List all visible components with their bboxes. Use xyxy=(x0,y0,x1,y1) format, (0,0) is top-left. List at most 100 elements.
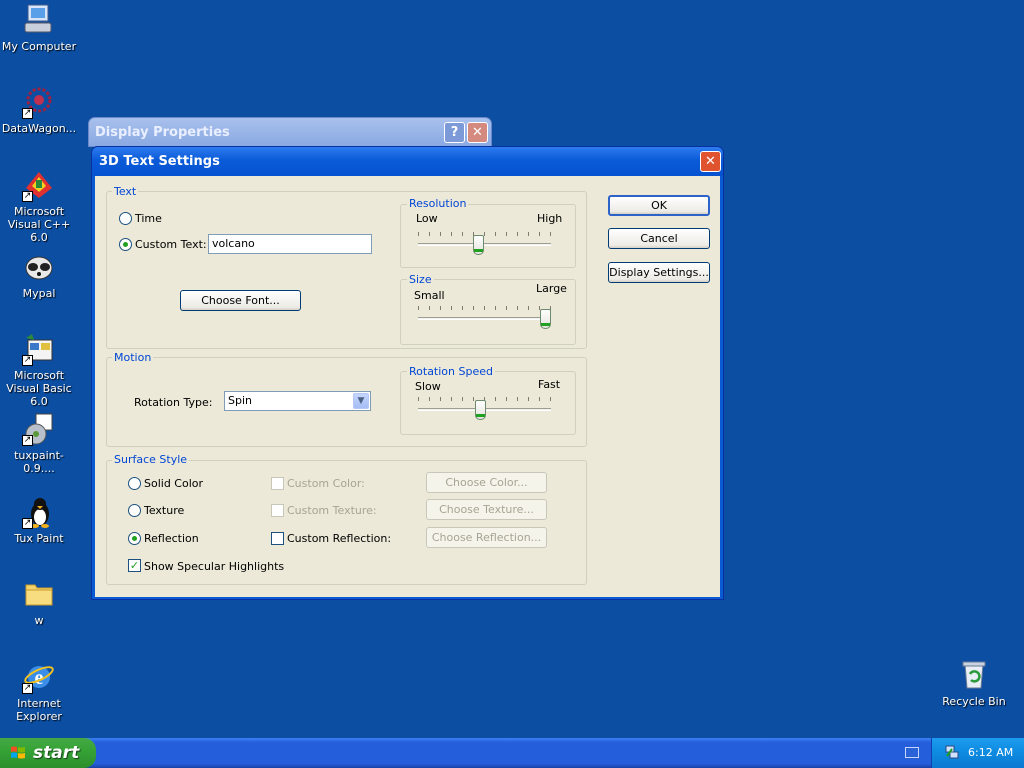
start-button[interactable]: start xyxy=(0,738,96,768)
desktop-icon-label: Internet Explorer xyxy=(16,697,62,723)
desktop-icon-label: tuxpaint-0.9.... xyxy=(14,449,64,475)
time-radio[interactable] xyxy=(119,212,132,225)
rotation-speed-title: Rotation Speed xyxy=(407,365,495,378)
taskbar: start 6:12 AM xyxy=(0,738,1024,768)
resolution-title: Resolution xyxy=(407,197,469,210)
mypal-icon xyxy=(22,250,56,284)
rotation-type-label: Rotation Type: xyxy=(134,396,213,409)
rotation-type-select[interactable]: Spin ▼ xyxy=(224,391,371,411)
texture-radio[interactable] xyxy=(128,504,141,517)
display-properties-window[interactable]: Display Properties ? ✕ xyxy=(88,117,492,147)
resolution-high-label: High xyxy=(537,212,563,225)
datawagon-icon: ↗ xyxy=(22,85,56,119)
solid-color-radio[interactable] xyxy=(128,477,141,490)
reflection-radio[interactable] xyxy=(128,532,141,545)
ok-button[interactable]: OK xyxy=(608,195,710,216)
dialog-titlebar[interactable]: 3D Text Settings ✕ xyxy=(92,147,723,176)
system-tray: 6:12 AM xyxy=(931,738,1024,768)
custom-color-label: Custom Color: xyxy=(287,477,365,490)
dialog-close-button[interactable]: ✕ xyxy=(700,151,721,172)
rotation-type-value: Spin xyxy=(228,394,252,407)
shortcut-arrow-icon: ↗ xyxy=(22,108,33,119)
desktop-icon-label: Microsoft Visual C++ 6.0 xyxy=(7,205,71,244)
choose-texture-button[interactable]: Choose Texture... xyxy=(426,499,547,520)
slider-thumb[interactable] xyxy=(540,309,551,329)
surface-style-group-title: Surface Style xyxy=(112,453,190,466)
display-settings-button[interactable]: Display Settings... xyxy=(608,262,710,283)
recycle-bin-icon xyxy=(957,658,991,692)
shortcut-arrow-icon: ↗ xyxy=(22,355,33,366)
window-title: Display Properties xyxy=(95,125,230,140)
visual-basic-icon: ↗ xyxy=(22,332,56,366)
texture-label: Texture xyxy=(144,504,185,517)
desktop-icon-my-computer[interactable]: My Computer xyxy=(0,3,78,53)
visual-cpp-icon: ↗ xyxy=(22,168,56,202)
custom-reflection-checkbox[interactable] xyxy=(271,532,284,545)
show-specular-checkbox[interactable]: ✓ xyxy=(128,559,141,572)
dialog-client-area: Text Time Custom Text: volcano Choose Fo… xyxy=(95,176,720,597)
clock: 6:12 AM xyxy=(968,746,1014,759)
slider-thumb[interactable] xyxy=(475,400,486,420)
rotation-speed-slider[interactable] xyxy=(418,397,551,425)
rotation-speed-slow-label: Slow xyxy=(415,380,441,393)
size-title: Size xyxy=(407,273,434,286)
custom-text-input[interactable]: volcano xyxy=(208,234,372,254)
desktop-icon-visual-cpp[interactable]: ↗ Microsoft Visual C++ 6.0 xyxy=(0,168,78,244)
desktop-icon-label: My Computer xyxy=(1,40,77,53)
time-label: Time xyxy=(135,212,162,225)
slider-track xyxy=(418,243,551,246)
show-specular-label: Show Specular Highlights xyxy=(144,560,285,573)
rotation-speed-fast-label: Fast xyxy=(538,378,561,391)
choose-color-button[interactable]: Choose Color... xyxy=(426,472,547,493)
text-group-title: Text xyxy=(112,185,139,198)
reflection-label: Reflection xyxy=(144,532,199,545)
network-icon[interactable] xyxy=(944,744,960,760)
slider-thumb[interactable] xyxy=(473,235,484,255)
custom-texture-checkbox[interactable] xyxy=(271,504,284,517)
desktop-icon-label: w xyxy=(34,614,44,627)
custom-color-checkbox[interactable] xyxy=(271,477,284,490)
size-slider[interactable] xyxy=(418,306,551,334)
slider-track xyxy=(418,317,551,320)
shortcut-arrow-icon: ↗ xyxy=(22,191,33,202)
chevron-down-icon[interactable]: ▼ xyxy=(353,393,369,409)
custom-text-radio[interactable] xyxy=(119,238,132,251)
start-label: start xyxy=(33,743,80,763)
choose-reflection-button[interactable]: Choose Reflection... xyxy=(426,527,547,548)
desktop-icon-internet-explorer[interactable]: e ↗ Internet Explorer xyxy=(0,660,78,723)
help-button[interactable]: ? xyxy=(444,122,465,143)
desktop-icon-folder-w[interactable]: w xyxy=(0,577,78,627)
slider-ticks xyxy=(418,232,551,236)
cancel-button[interactable]: Cancel xyxy=(608,228,710,249)
desktop-icon-visual-basic[interactable]: ↗ Microsoft Visual Basic 6.0 xyxy=(0,332,78,408)
keyboard-icon[interactable] xyxy=(905,747,919,758)
resolution-low-label: Low xyxy=(416,212,438,225)
desktop-icon-tuxpaint-installer[interactable]: ↗ tuxpaint-0.9.... xyxy=(0,412,78,475)
motion-group-title: Motion xyxy=(112,351,154,364)
shortcut-arrow-icon: ↗ xyxy=(22,518,33,529)
slider-ticks xyxy=(418,306,551,310)
choose-font-button[interactable]: Choose Font... xyxy=(180,290,301,311)
solid-color-label: Solid Color xyxy=(144,477,204,490)
desktop-icon-label: Mypal xyxy=(22,287,56,300)
desktop-icon-tuxpaint[interactable]: ↗ Tux Paint xyxy=(0,495,78,545)
desktop-icon-label: Tux Paint xyxy=(14,532,64,545)
custom-reflection-label: Custom Reflection: xyxy=(287,532,392,545)
resolution-slider[interactable] xyxy=(418,232,551,260)
dialog-title: 3D Text Settings xyxy=(99,154,220,169)
tuxpaint-installer-icon: ↗ xyxy=(22,412,56,446)
internet-explorer-icon: e ↗ xyxy=(22,660,56,694)
desktop-icon-label: DataWagon... xyxy=(1,122,77,135)
desktop-icon-recycle-bin[interactable]: Recycle Bin xyxy=(935,658,1013,708)
size-large-label: Large xyxy=(536,282,567,295)
shortcut-arrow-icon: ↗ xyxy=(22,435,33,446)
desktop-icon-datawagon[interactable]: ↗ DataWagon... xyxy=(0,85,78,135)
custom-text-label: Custom Text: xyxy=(135,238,207,251)
close-button[interactable]: ✕ xyxy=(467,122,488,143)
desktop-icon-mypal[interactable]: Mypal xyxy=(0,250,78,300)
3d-text-settings-dialog[interactable]: 3D Text Settings ✕ Text Time Custom Text… xyxy=(91,146,724,600)
desktop-icon-label: Recycle Bin xyxy=(942,695,1006,708)
desktop-icon-label: Microsoft Visual Basic 6.0 xyxy=(6,369,72,408)
windows-logo-icon xyxy=(11,746,25,759)
computer-icon xyxy=(22,3,56,37)
